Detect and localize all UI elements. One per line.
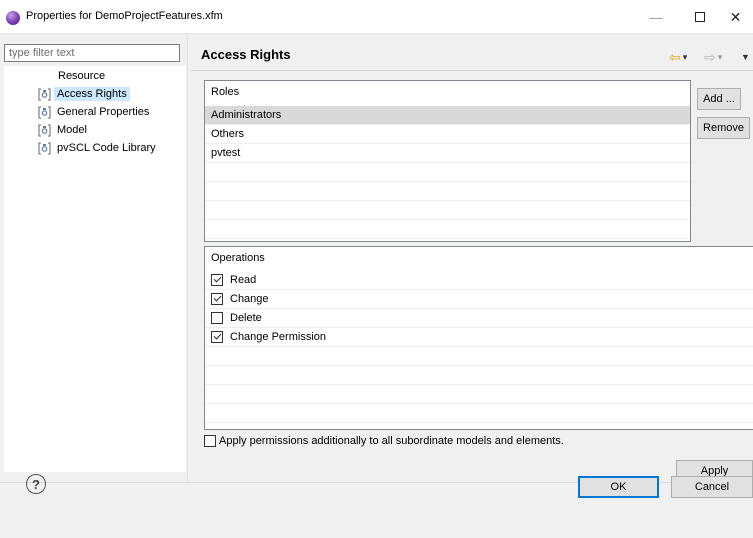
- operation-label: Read: [230, 274, 257, 286]
- role-label: Others: [211, 128, 245, 140]
- operation-row-change-permission[interactable]: Change Permission: [205, 328, 753, 347]
- window-title: Properties for DemoProjectFeatures.xfm: [26, 10, 223, 22]
- property-page-icon: [38, 88, 51, 101]
- eclipse-app-icon: [6, 11, 20, 25]
- apply-subordinate-label: Apply permissions additionally to all su…: [219, 435, 564, 447]
- ok-button[interactable]: OK: [578, 476, 659, 498]
- minimize-button[interactable]: —: [633, 0, 679, 34]
- back-arrow-icon: ⇦: [669, 48, 681, 65]
- role-row[interactable]: Others: [205, 125, 690, 144]
- remove-role-button[interactable]: Remove: [697, 117, 750, 139]
- operations-title: Operations: [211, 252, 265, 264]
- property-page-icon: [38, 106, 51, 119]
- nav-item-label: Resource: [58, 70, 106, 82]
- operation-label: Change Permission: [230, 331, 326, 343]
- forward-arrow-icon: ⇨: [704, 48, 716, 65]
- role-row[interactable]: pvtest: [205, 144, 690, 163]
- nav-item-pvscl-code-library[interactable]: pvSCL Code Library: [38, 140, 159, 156]
- roles-title: Roles: [211, 86, 240, 98]
- operation-row-read[interactable]: Read: [205, 271, 753, 290]
- title-bar: Properties for DemoProjectFeatures.xfm —…: [0, 0, 753, 34]
- role-row[interactable]: Administrators: [205, 106, 690, 125]
- empty-row: [205, 163, 690, 182]
- operation-row-delete[interactable]: Delete: [205, 309, 753, 328]
- operation-label: Delete: [230, 312, 262, 324]
- empty-row: [205, 347, 753, 366]
- menu-triangle-icon: ▼: [741, 52, 750, 62]
- empty-row: [205, 404, 753, 423]
- nav-item-label: General Properties: [57, 106, 150, 118]
- cancel-button[interactable]: Cancel: [671, 476, 753, 498]
- property-page-tree: Resource Access Rights General Propertie…: [4, 66, 186, 472]
- apply-subordinate-option[interactable]: Apply permissions additionally to all su…: [204, 433, 564, 449]
- close-button[interactable]: ✕: [718, 0, 753, 34]
- pane-divider[interactable]: [187, 34, 188, 482]
- change-checkbox[interactable]: [211, 293, 223, 305]
- empty-row: [205, 201, 690, 220]
- nav-item-general-properties[interactable]: General Properties: [38, 104, 152, 120]
- property-page-icon: [38, 124, 51, 137]
- chevron-down-icon: ▾: [717, 51, 723, 62]
- maximize-button[interactable]: [677, 0, 723, 34]
- empty-row: [205, 366, 753, 385]
- operation-row-change[interactable]: Change: [205, 290, 753, 309]
- properties-dialog: Properties for DemoProjectFeatures.xfm —…: [0, 0, 753, 538]
- chevron-down-icon: ▾: [682, 51, 688, 62]
- help-icon[interactable]: ?: [26, 474, 46, 494]
- operation-label: Change: [230, 293, 269, 305]
- nav-item-access-rights[interactable]: Access Rights: [38, 86, 130, 102]
- checkmark-icon: [213, 274, 221, 283]
- apply-subordinate-checkbox[interactable]: [204, 435, 216, 447]
- nav-item-label: pvSCL Code Library: [57, 142, 156, 154]
- property-page-icon: [38, 142, 51, 155]
- back-button[interactable]: ⇦ ▾: [669, 48, 688, 65]
- role-label: pvtest: [211, 147, 241, 159]
- operations-group: Operations Read Change Delete Change Per…: [204, 246, 753, 430]
- empty-row: [205, 220, 690, 239]
- checkmark-icon: [213, 293, 221, 302]
- delete-checkbox[interactable]: [211, 312, 223, 324]
- role-label: Administrators: [211, 109, 282, 121]
- maximize-icon: [695, 12, 705, 22]
- read-checkbox[interactable]: [211, 274, 223, 286]
- header-divider: [191, 70, 753, 71]
- change-permission-checkbox[interactable]: [211, 331, 223, 343]
- empty-row: [205, 182, 690, 201]
- nav-item-resource[interactable]: Resource: [55, 68, 108, 84]
- checkmark-icon: [213, 331, 221, 340]
- add-role-button[interactable]: Add ...: [697, 88, 741, 110]
- nav-item-label: Access Rights: [54, 87, 130, 101]
- filter-input[interactable]: [4, 44, 180, 62]
- forward-button[interactable]: ⇨ ▾: [704, 48, 723, 65]
- nav-item-label: Model: [57, 124, 87, 136]
- view-menu-button[interactable]: ▼: [741, 50, 750, 64]
- empty-row: [205, 385, 753, 404]
- roles-group: Roles Administrators Others pvtest: [204, 80, 691, 242]
- page-title: Access Rights: [201, 47, 291, 62]
- nav-item-model[interactable]: Model: [38, 122, 90, 138]
